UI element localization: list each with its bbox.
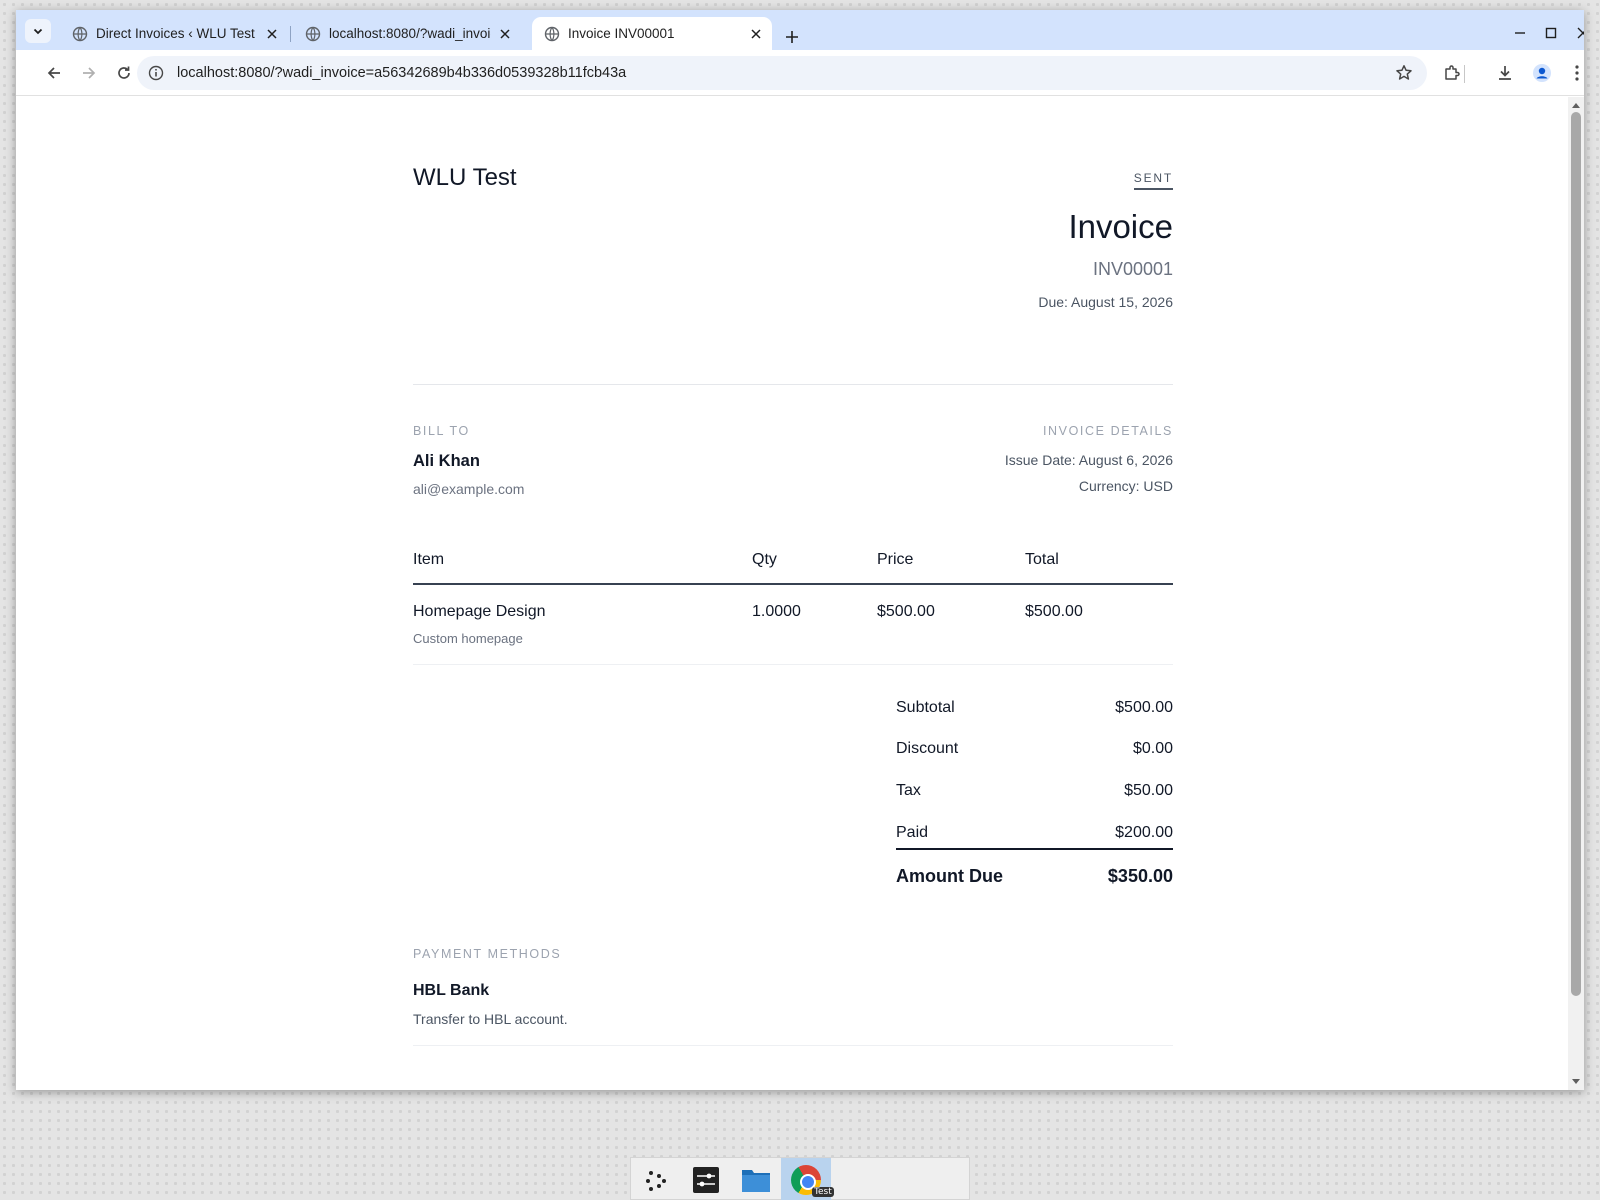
avatar-icon bbox=[1533, 64, 1551, 82]
settings-icon bbox=[693, 1166, 719, 1193]
tab-invoice[interactable]: Invoice INV00001 bbox=[532, 17, 772, 50]
new-tab-button[interactable] bbox=[782, 27, 802, 47]
tab-direct-invoices[interactable]: Direct Invoices ‹ WLU Test — WordPress bbox=[60, 17, 288, 50]
item-price: $500.00 bbox=[877, 603, 935, 620]
payment-methods-label: PAYMENT METHODS bbox=[413, 947, 562, 961]
payment-divider bbox=[413, 1045, 1173, 1046]
puzzle-icon bbox=[1445, 65, 1460, 80]
item-description: Custom homepage bbox=[413, 631, 523, 646]
payment-method-name: HBL Bank bbox=[413, 982, 490, 999]
reload-icon bbox=[118, 66, 130, 79]
more-vertical-icon bbox=[1575, 65, 1579, 81]
due-date: Due: August 15, 2026 bbox=[1038, 294, 1173, 310]
bill-to-label: BILL TO bbox=[413, 424, 470, 438]
tab-search-button[interactable] bbox=[25, 19, 51, 43]
client-email: ali@example.com bbox=[413, 481, 525, 497]
globe-icon bbox=[544, 26, 560, 41]
taskbar: Test bbox=[630, 1157, 970, 1200]
chrome-app-button[interactable]: Test bbox=[781, 1158, 834, 1200]
totals-rule bbox=[896, 848, 1173, 850]
tab-title: localhost:8080/?wadi_invoice=a56342689b4… bbox=[329, 26, 491, 41]
browser-window: Direct Invoices ‹ WLU Test — WordPress l… bbox=[16, 10, 1584, 1090]
url-text[interactable]: localhost:8080/?wadi_invoice=a56342689b4… bbox=[177, 65, 1393, 81]
tab-title: Invoice INV00001 bbox=[568, 26, 675, 41]
toolbar-separator bbox=[1464, 65, 1465, 83]
tab-separator bbox=[290, 26, 291, 42]
arrow-right-icon bbox=[83, 67, 96, 79]
tab-localhost[interactable]: localhost:8080/?wadi_invoice=a56342689b4… bbox=[293, 17, 521, 50]
extensions-button[interactable] bbox=[1440, 61, 1464, 85]
bookmark-star-icon[interactable] bbox=[1393, 62, 1415, 84]
reload-button[interactable] bbox=[112, 61, 136, 85]
scroll-down-arrow[interactable] bbox=[1572, 1079, 1580, 1084]
arrow-left-icon bbox=[47, 67, 60, 79]
close-icon[interactable] bbox=[748, 26, 764, 42]
amount-due-label: Amount Due bbox=[896, 866, 1003, 886]
back-button[interactable] bbox=[42, 61, 66, 85]
item-total: $500.00 bbox=[1025, 603, 1083, 620]
chevron-down-icon bbox=[33, 28, 43, 35]
tab-title: Direct Invoices ‹ WLU Test — WordPress bbox=[96, 26, 258, 41]
scroll-thumb[interactable] bbox=[1571, 112, 1581, 996]
close-window-button[interactable] bbox=[1573, 23, 1584, 43]
page-viewport: WLU Test SENT Invoice INV00001 Due: Augu… bbox=[16, 97, 1568, 1090]
scroll-up-arrow[interactable] bbox=[1572, 103, 1580, 108]
menu-button[interactable] bbox=[1565, 61, 1584, 85]
tax-value: $50.00 bbox=[1124, 782, 1173, 799]
column-header-price: Price bbox=[877, 551, 914, 568]
item-name: Homepage Design bbox=[413, 603, 546, 620]
settings-app-button[interactable] bbox=[681, 1158, 731, 1200]
folder-icon bbox=[742, 1169, 770, 1192]
close-icon[interactable] bbox=[264, 26, 280, 42]
info-icon[interactable] bbox=[147, 64, 165, 82]
paid-value: $200.00 bbox=[1115, 824, 1173, 841]
discount-label: Discount bbox=[896, 740, 959, 757]
browser-toolbar: localhost:8080/?wadi_invoice=a56342689b4… bbox=[16, 50, 1584, 96]
client-name: Ali Khan bbox=[413, 452, 480, 470]
issue-date: Issue Date: August 6, 2026 bbox=[1004, 452, 1173, 468]
vertical-scrollbar[interactable] bbox=[1568, 97, 1584, 1090]
download-icon bbox=[1499, 66, 1511, 80]
files-app-button[interactable] bbox=[731, 1158, 781, 1200]
forward-button[interactable] bbox=[77, 61, 101, 85]
table-row-rule bbox=[413, 664, 1173, 665]
amount-due-value: $350.00 bbox=[1107, 866, 1173, 886]
subtotal-label: Subtotal bbox=[896, 699, 955, 716]
invoice-number: INV00001 bbox=[1092, 259, 1173, 279]
currency: Currency: USD bbox=[1078, 478, 1173, 494]
launcher-button[interactable] bbox=[631, 1158, 681, 1200]
minimize-button[interactable] bbox=[1510, 23, 1530, 43]
plus-icon bbox=[786, 31, 798, 43]
column-header-total: Total bbox=[1025, 551, 1059, 568]
tab-strip: Direct Invoices ‹ WLU Test — WordPress l… bbox=[16, 10, 1584, 50]
globe-icon bbox=[305, 26, 321, 41]
subtotal-value: $500.00 bbox=[1115, 699, 1173, 716]
close-icon[interactable] bbox=[497, 26, 513, 42]
minimize-icon bbox=[1515, 32, 1525, 34]
column-header-qty: Qty bbox=[752, 551, 777, 568]
company-name: WLU Test bbox=[413, 164, 517, 191]
table-header-rule bbox=[413, 583, 1173, 585]
invoice-details-label: INVOICE DETAILS bbox=[1042, 424, 1173, 438]
downloads-button[interactable] bbox=[1493, 61, 1517, 85]
payment-method-description: Transfer to HBL account. bbox=[413, 1011, 568, 1027]
discount-value: $0.00 bbox=[1132, 740, 1173, 757]
status-badge: SENT bbox=[1133, 171, 1173, 190]
launcher-icon bbox=[646, 1170, 666, 1191]
close-icon bbox=[1577, 27, 1584, 39]
globe-icon bbox=[72, 26, 88, 41]
maximize-button[interactable] bbox=[1541, 23, 1561, 43]
column-header-item: Item bbox=[413, 551, 445, 568]
item-qty: 1.0000 bbox=[752, 603, 801, 620]
invoice-title: Invoice bbox=[1068, 208, 1173, 245]
profile-button[interactable] bbox=[1530, 61, 1554, 85]
chrome-profile-badge: Test bbox=[812, 1186, 834, 1197]
header-divider bbox=[413, 384, 1173, 385]
address-bar[interactable]: localhost:8080/?wadi_invoice=a56342689b4… bbox=[137, 56, 1427, 90]
maximize-icon bbox=[1545, 27, 1557, 39]
tax-label: Tax bbox=[896, 782, 921, 799]
paid-label: Paid bbox=[896, 824, 929, 841]
